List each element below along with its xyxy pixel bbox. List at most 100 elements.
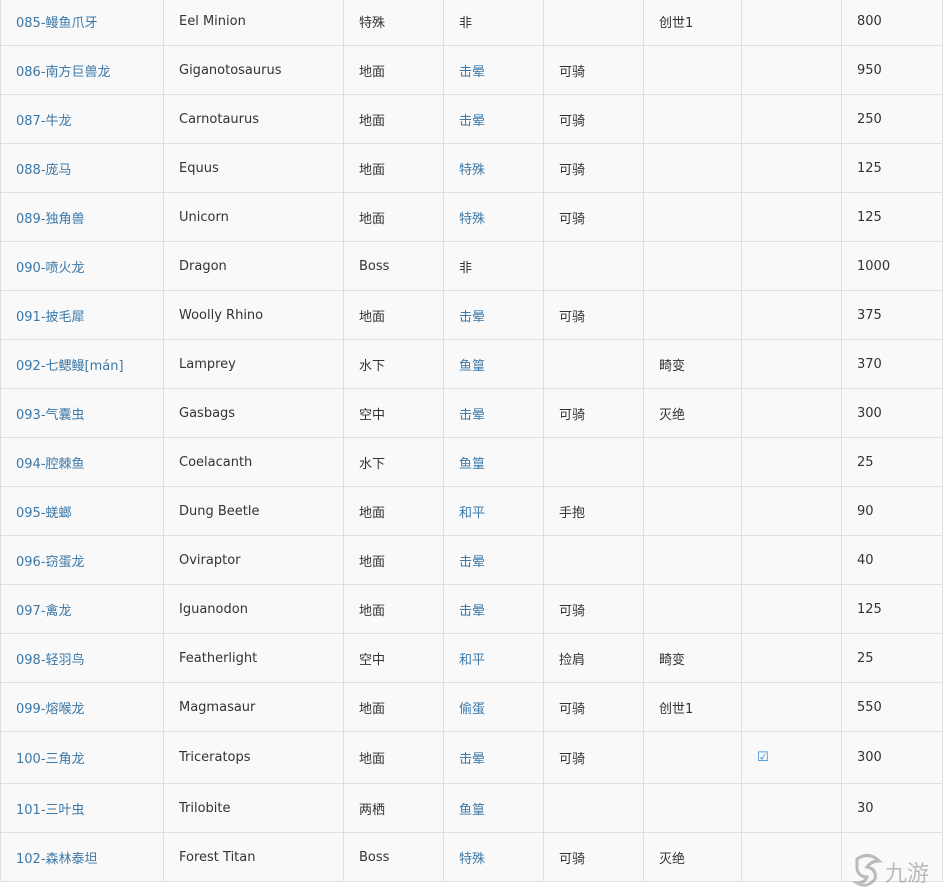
table-row: 096-窃蛋龙 Oviraptor 地面 击晕 40 [0,535,943,585]
creature-link[interactable]: 097-禽龙 [16,604,72,619]
creature-link[interactable]: 095-蜣螂 [16,506,72,521]
creature-link[interactable]: 093-气囊虫 [16,408,85,423]
ride-cell: 可骑 [543,192,644,242]
creature-link[interactable]: 101-三叶虫 [16,803,85,818]
capture-method-cell: 击晕 [443,731,544,784]
capture-link[interactable]: 击晕 [459,408,485,423]
environment-cell: 地面 [343,192,444,242]
creature-link[interactable]: 089-独角兽 [16,212,85,227]
creature-id-link: 094-腔棘鱼 [0,437,164,487]
check-cell: ☑ [741,731,842,784]
environment-text: 地面 [359,554,386,570]
english-name-cell: Dragon [163,241,344,291]
english-name-text: Trilobite [179,800,231,816]
creature-link[interactable]: 087-牛龙 [16,114,72,129]
ride-cell: 可骑 [543,143,644,193]
english-name-cell: Lamprey [163,339,344,389]
dlc-cell [643,486,742,536]
capture-link[interactable]: 特殊 [459,163,485,178]
creature-id-link: 090-喷火龙 [0,241,164,291]
watermark-text: 九游 [885,862,929,887]
creature-link[interactable]: 102-森林泰坦 [16,852,98,867]
capture-link[interactable]: 击晕 [459,65,485,80]
environment-text: 空中 [359,407,386,423]
english-name-cell: Equus [163,143,344,193]
creature-link[interactable]: 091-披毛犀 [16,310,85,325]
power-text: 40 [857,552,874,568]
creature-link[interactable]: 090-喷火龙 [16,261,85,276]
dlc-cell: 畸变 [643,633,742,683]
creature-link[interactable]: 098-轻羽鸟 [16,653,85,668]
creature-link[interactable]: 088-庞马 [16,163,72,178]
creature-id-link: 098-轻羽鸟 [0,633,164,683]
creature-link[interactable]: 086-南方巨兽龙 [16,65,111,80]
capture-link[interactable]: 鱼篁 [459,359,485,374]
creature-link[interactable]: 099-熔喉龙 [16,702,85,717]
environment-cell: 空中 [343,633,444,683]
environment-cell: 地面 [343,731,444,784]
power-text: 1000 [857,258,891,274]
environment-text: 地面 [359,113,386,129]
capture-link[interactable]: 鱼篁 [459,803,485,818]
creature-id-link: 085-鳗鱼爪牙 [0,0,164,46]
environment-cell: 水下 [343,437,444,487]
dlc-text: 创世1 [659,701,694,717]
creature-id-link: 091-披毛犀 [0,290,164,340]
capture-method-cell: 特殊 [443,832,544,882]
check-cell [741,682,842,732]
ride-cell [543,0,644,46]
dlc-cell [643,731,742,784]
dlc-cell: 畸变 [643,339,742,389]
check-cell [741,584,842,634]
capture-link[interactable]: 特殊 [459,852,485,867]
dlc-text: 畸变 [659,652,686,668]
english-name-text: Lamprey [179,356,236,372]
check-cell [741,143,842,193]
table-row: 092-七鳃鳗[mán] Lamprey 水下 鱼篁 畸变 370 [0,339,943,389]
capture-method-cell: 偷蛋 [443,682,544,732]
check-cell [741,0,842,46]
english-name-cell: Dung Beetle [163,486,344,536]
capture-link[interactable]: 击晕 [459,555,485,570]
environment-cell: 地面 [343,584,444,634]
power-cell: 800 [841,0,943,46]
capture-link[interactable]: 鱼篁 [459,457,485,472]
capture-link[interactable]: 击晕 [459,114,485,129]
capture-link[interactable]: 击晕 [459,752,485,767]
power-cell: 25 [841,633,943,683]
environment-text: 地面 [359,603,386,619]
capture-link[interactable]: 击晕 [459,604,485,619]
capture-method-cell: 特殊 [443,192,544,242]
table-row: 100-三角龙 Triceratops 地面 击晕 可骑 ☑ 300 [0,731,943,784]
capture-link[interactable]: 和平 [459,653,485,668]
power-cell: 370 [841,339,943,389]
capture-link[interactable]: 击晕 [459,310,485,325]
power-cell: 1000 [841,241,943,291]
english-name-text: Iguanodon [179,601,248,617]
creature-link[interactable]: 100-三角龙 [16,752,85,767]
environment-cell: 空中 [343,388,444,438]
check-cell [741,192,842,242]
english-name-text: Giganotosaurus [179,62,282,78]
capture-link[interactable]: 偷蛋 [459,702,485,717]
english-name-text: Unicorn [179,209,229,225]
dlc-cell: 灭绝 [643,832,742,882]
check-cell [741,388,842,438]
english-name-cell: Trilobite [163,783,344,833]
power-cell: 125 [841,143,943,193]
capture-method-cell: 和平 [443,633,544,683]
table-row: 086-南方巨兽龙 Giganotosaurus 地面 击晕 可骑 950 [0,45,943,95]
creature-link[interactable]: 094-腔棘鱼 [16,457,85,472]
capture-link[interactable]: 和平 [459,506,485,521]
power-text: 950 [857,62,882,78]
creature-link[interactable]: 092-七鳃鳗[mán] [16,359,124,374]
environment-text: 地面 [359,211,386,227]
ride-cell: 可骑 [543,94,644,144]
dlc-cell [643,143,742,193]
creature-link[interactable]: 085-鳗鱼爪牙 [16,16,98,31]
power-text: 125 [857,160,882,176]
creature-link[interactable]: 096-窃蛋龙 [16,555,85,570]
table-row: 087-牛龙 Carnotaurus 地面 击晕 可骑 250 [0,94,943,144]
capture-link[interactable]: 特殊 [459,212,485,227]
capture-method-cell: 鱼篁 [443,437,544,487]
